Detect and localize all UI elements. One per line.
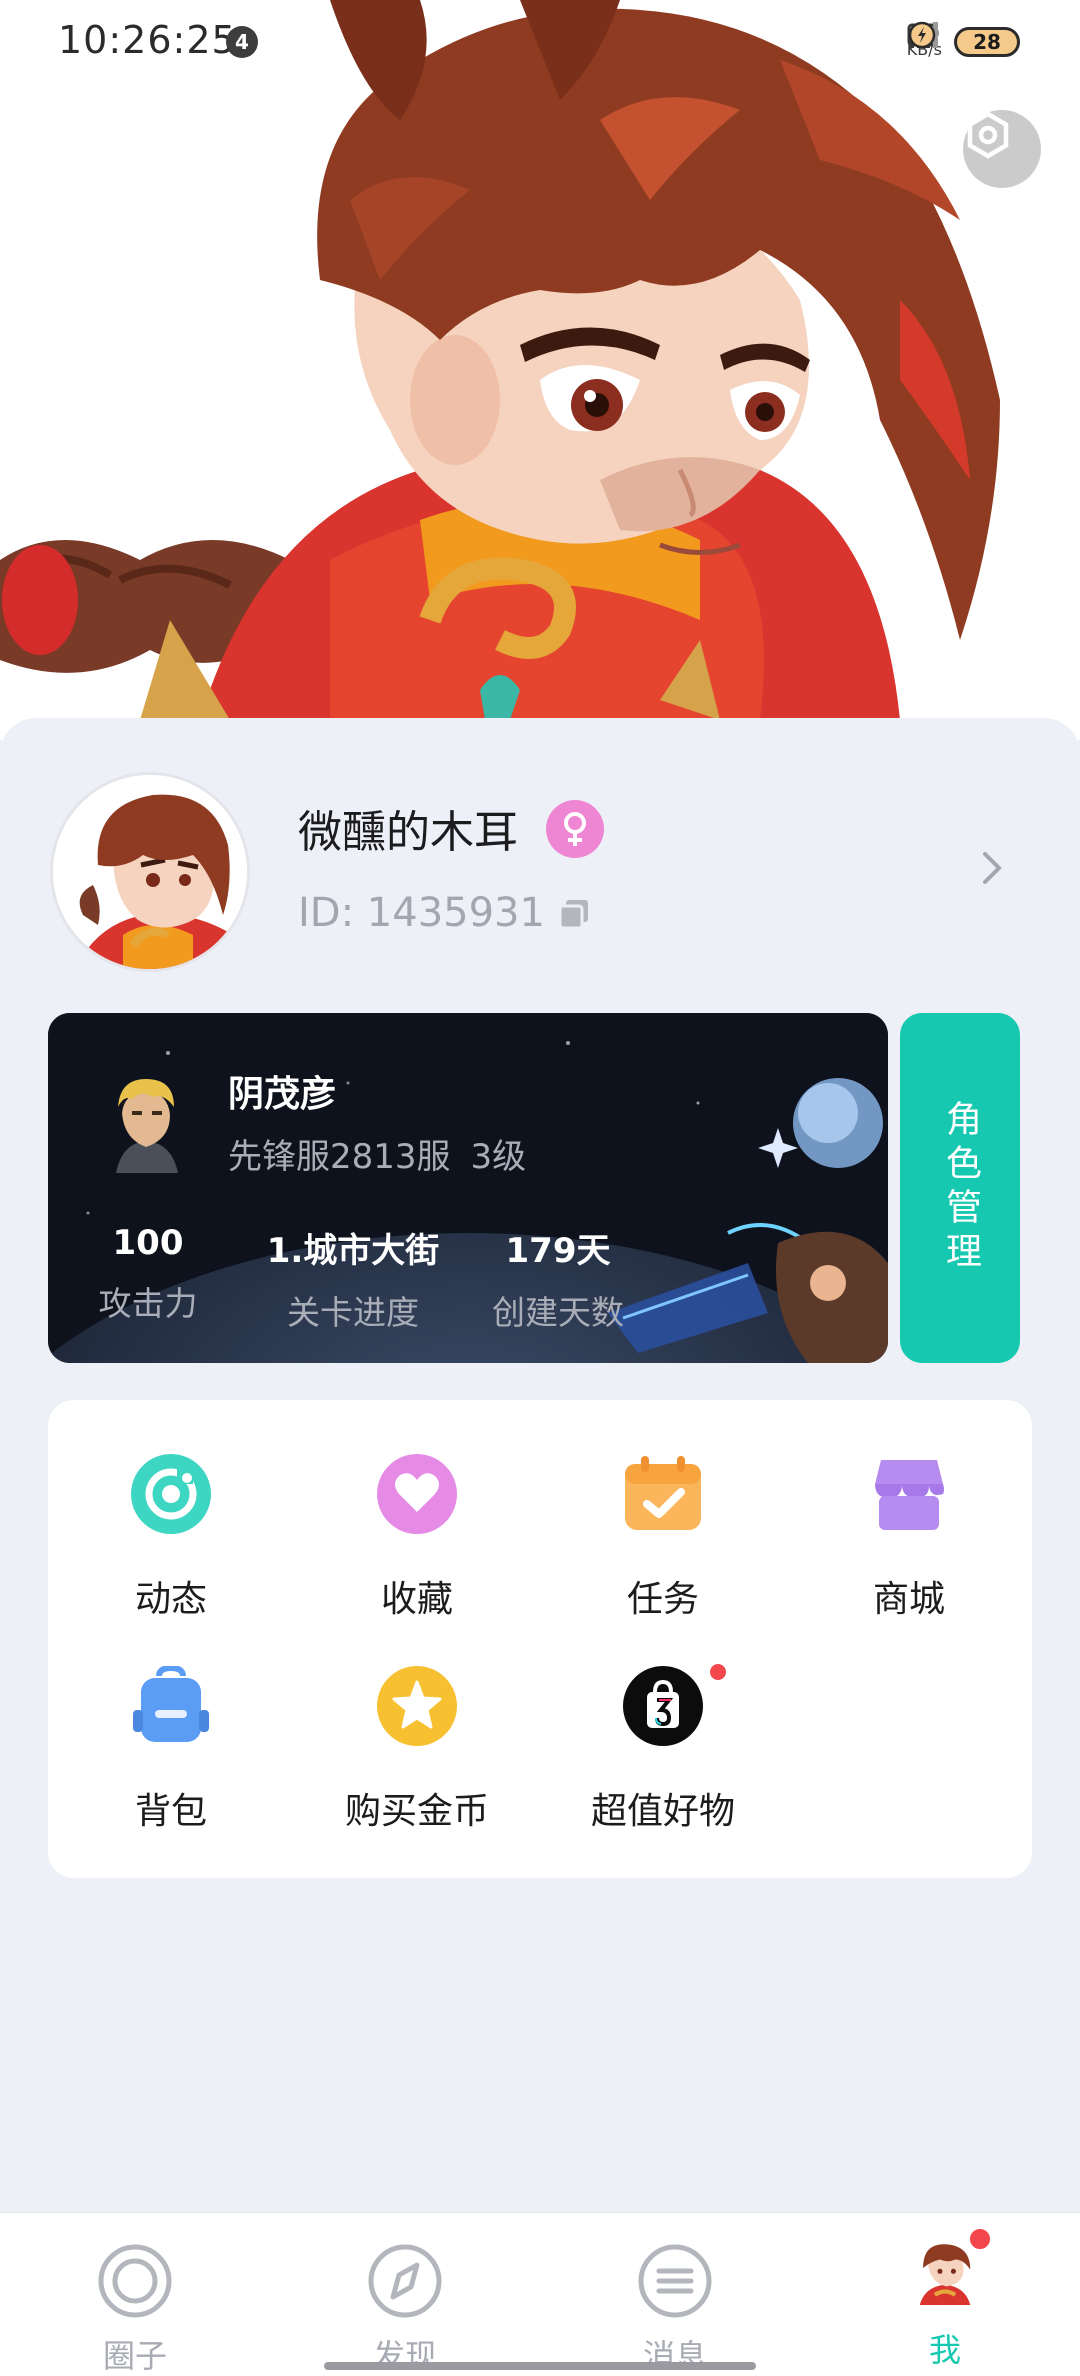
stat-attack: 100 攻击力 [48, 1223, 248, 1325]
menu-label: 超值好物 [590, 1791, 735, 1832]
stat-label: 创建天数 [492, 1293, 624, 1332]
female-icon [546, 800, 604, 858]
heart-icon [377, 1454, 457, 1534]
message-lines-icon [638, 2244, 712, 2318]
stat-value: 100 [112, 1223, 184, 1263]
stat-label: 攻击力 [98, 1284, 198, 1323]
new-badge-dot [708, 1662, 728, 1682]
star-coin-icon [377, 1666, 457, 1746]
battery-indicator: 28 [954, 27, 1020, 57]
compass-icon [368, 2244, 442, 2318]
home-indicator[interactable] [324, 2362, 756, 2370]
username: 微醺的木耳 [298, 807, 518, 858]
role-server: 先锋服2813服 [228, 1137, 451, 1177]
stat-value: 1.城市大街 [266, 1231, 440, 1271]
bottom-navigation: 圈子 发现 消息 我 [0, 2212, 1080, 2376]
nav-item-me[interactable]: 我 [810, 2213, 1080, 2376]
menu-item-dynamic[interactable]: 动态 [48, 1400, 294, 1620]
menu-item-tasks[interactable]: 任务 [540, 1400, 786, 1620]
calendar-check-icon [625, 1456, 701, 1530]
copy-icon[interactable] [556, 896, 592, 932]
settings-hexagon-icon [967, 111, 1009, 159]
dynamic-icon [131, 1454, 211, 1534]
menu-item-buy-coins[interactable]: 购买金币 [294, 1612, 540, 1832]
power-saving-icon [908, 21, 936, 49]
status-icons: 470 KB/s 28 [907, 20, 1020, 64]
nav-label: 圈子 [102, 2337, 167, 2375]
hero-character-illustration [0, 0, 1001, 720]
role-server-info: 先锋服2813服 3级 [228, 1129, 546, 1178]
menu-item-deals[interactable]: 超值好物 [540, 1612, 786, 1832]
settings-button[interactable] [963, 110, 1041, 188]
stat-stage-progress: 1.城市大街 关卡进度 [253, 1223, 453, 1334]
nav-label: 我 [928, 2331, 961, 2369]
menu-label: 购买金币 [344, 1791, 489, 1832]
menu-item-shop[interactable]: 商城 [786, 1400, 1032, 1620]
role-avatar-icon [116, 1079, 178, 1173]
shop-icon [875, 1460, 944, 1530]
role-name: 阴茂彦 [228, 1074, 337, 1115]
game-role-card[interactable]: 阴茂彦 先锋服2813服 3级 100 攻击力 1.城市大街 关卡进度 179天 … [48, 1013, 888, 1363]
status-bar: 10:26:25 4 470 KB/s [0, 0, 1080, 84]
stat-label: 关卡进度 [287, 1293, 419, 1332]
circle-icon [98, 2244, 172, 2318]
menu-item-backpack[interactable]: 背包 [48, 1612, 294, 1832]
backpack-icon [133, 1666, 209, 1742]
menu-label: 背包 [134, 1791, 207, 1832]
status-time: 10:26:25 [58, 18, 237, 62]
profile-banner: 10:26:25 4 470 KB/s [0, 0, 1080, 740]
user-id: ID: 1435931 [298, 890, 545, 936]
menu-item-favorites[interactable]: 收藏 [294, 1400, 540, 1620]
bag-logo-icon [623, 1666, 703, 1746]
role-manage-button[interactable]: 角色管理 [900, 1013, 1020, 1363]
new-badge-dot [968, 2227, 992, 2251]
menu-label: 商城 [872, 1579, 945, 1620]
nav-item-circle[interactable]: 圈子 [0, 2213, 270, 2376]
stat-value: 179天 [505, 1231, 611, 1271]
avatar-icon [919, 2244, 971, 2305]
notification-count-badge: 4 [226, 26, 258, 58]
feature-menu: 动态 收藏 任务 商城 背包 购买金币 超值好物 [48, 1400, 1032, 1878]
chevron-right-icon[interactable] [980, 848, 1004, 888]
stat-days-created: 179天 创建天数 [458, 1223, 658, 1334]
avatar-character-image [53, 775, 247, 969]
role-level: 3级 [470, 1137, 527, 1177]
nav-item-messages[interactable]: 消息 [540, 2213, 810, 2376]
user-avatar[interactable] [50, 772, 250, 972]
nav-item-discover[interactable]: 发现 [270, 2213, 540, 2376]
